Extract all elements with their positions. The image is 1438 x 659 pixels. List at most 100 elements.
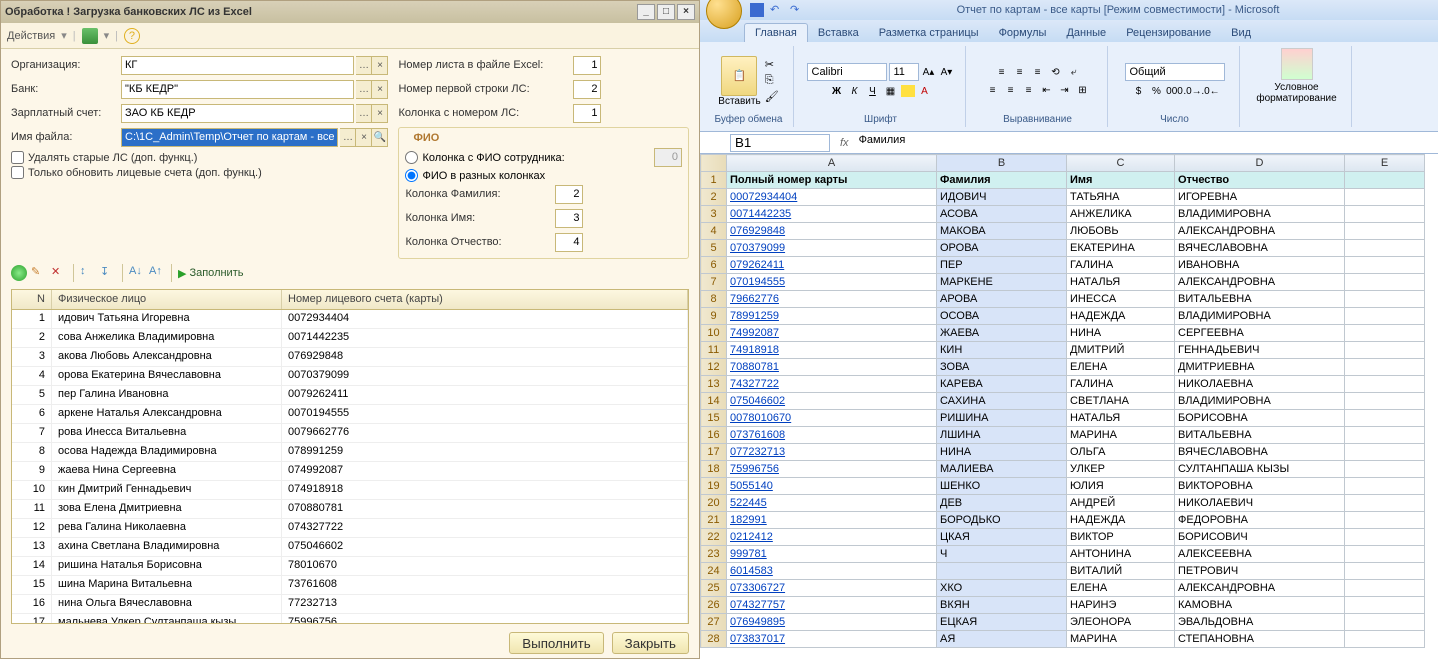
cell[interactable]: ФЕДОРОВНА [1175,512,1345,529]
row-header[interactable]: 1 [701,172,727,189]
cell[interactable]: ДЕВ [937,495,1067,512]
cell[interactable]: 073761608 [727,427,937,444]
paste-button[interactable]: 📋 [721,56,757,96]
table-row[interactable]: 3акова Любовь Александровна076929848 [12,348,688,367]
cell[interactable]: ЖАЕВА [937,325,1067,342]
cell[interactable] [1345,393,1425,410]
cell[interactable]: МАЛИЕВА [937,461,1067,478]
row-header[interactable]: 5 [701,240,727,257]
cell[interactable] [1345,478,1425,495]
cell[interactable]: ВЛАДИМИРОВНА [1175,206,1345,223]
cell[interactable]: ГЕННАДЬЕВИЧ [1175,342,1345,359]
cell[interactable] [1345,512,1425,529]
table-row[interactable]: 11зова Елена Дмитриевна070880781 [12,500,688,519]
tab-Вставка[interactable]: Вставка [808,24,869,42]
dec-decimal-icon[interactable]: .0← [1203,83,1219,99]
table-row[interactable]: 13ахина Светлана Владимировна075046602 [12,538,688,557]
cell[interactable]: 0071442235 [727,206,937,223]
cell[interactable]: ТАТЬЯНА [1067,189,1175,206]
percent-icon[interactable]: % [1149,83,1165,99]
cell[interactable] [937,563,1067,580]
table-row[interactable]: 4орова Екатерина Вячеславовна0070379099 [12,367,688,386]
bold-icon[interactable]: Ж [829,83,845,99]
cell[interactable]: ДМИТРИЙ [1067,342,1175,359]
row-header[interactable]: 14 [701,393,727,410]
row-header[interactable]: 17 [701,444,727,461]
cell[interactable]: 0212412 [727,529,937,546]
cell[interactable]: ЗОВА [937,359,1067,376]
cell[interactable]: ВЯЧЕСЛАВОВНА [1175,240,1345,257]
select-all[interactable] [701,155,727,172]
cell[interactable]: 00072934404 [727,189,937,206]
redo-icon[interactable]: ↷ [790,3,804,17]
row-header[interactable]: 23 [701,546,727,563]
cell[interactable] [1345,427,1425,444]
cell[interactable]: НИКОЛАЕВНА [1175,376,1345,393]
cell[interactable]: ИВАНОВНА [1175,257,1345,274]
clear-salary-button[interactable]: × [372,104,388,123]
chk-delete-old[interactable] [11,151,24,164]
tab-Главная[interactable]: Главная [744,23,808,42]
cell[interactable]: ВЛАДИМИРОВНА [1175,308,1345,325]
open-file-icon[interactable]: 🔍 [372,128,388,147]
input-col-mid[interactable]: 4 [555,233,583,252]
font-color-icon[interactable]: A [917,83,933,99]
inc-decimal-icon[interactable]: .0→ [1185,83,1201,99]
chk-update-only[interactable] [11,166,24,179]
cell[interactable] [1345,631,1425,648]
row-header[interactable]: 8 [701,291,727,308]
cell[interactable]: 0078010670 [727,410,937,427]
clear-bank-button[interactable]: × [372,80,388,99]
undo-icon[interactable]: ↶ [770,3,784,17]
close-dialog-button[interactable]: Закрыть [612,632,689,654]
cell[interactable]: ИГОРЕВНА [1175,189,1345,206]
fx-icon[interactable]: fx [840,137,849,149]
orient-icon[interactable]: ⟲ [1048,64,1064,80]
cell[interactable]: 74992087 [727,325,937,342]
align-left-icon[interactable]: ≡ [985,82,1001,98]
table-row[interactable]: 12рева Галина Николаевна074327722 [12,519,688,538]
currency-icon[interactable]: $ [1131,83,1147,99]
input-filename[interactable]: C:\1C_Admin\Temp\Отчет по картам - все [121,128,338,147]
cell[interactable]: НИНА [1067,325,1175,342]
cut-icon[interactable]: ✂ [765,58,779,72]
cell[interactable]: КАРЕВА [937,376,1067,393]
cell[interactable] [1345,291,1425,308]
table-row[interactable]: 6аркене Наталья Александровна0070194555 [12,405,688,424]
cell[interactable]: ЕЦКАЯ [937,614,1067,631]
cell[interactable]: 076949895 [727,614,937,631]
sel-salary-button[interactable]: … [356,104,372,123]
cell[interactable]: 070194555 [727,274,937,291]
align-right-icon[interactable]: ≡ [1021,82,1037,98]
header-cell[interactable]: Фамилия [937,172,1067,189]
cell[interactable] [1345,461,1425,478]
cell[interactable]: БОРОДЬКО [937,512,1067,529]
cell[interactable]: АНДРЕЙ [1067,495,1175,512]
cell[interactable]: 79662776 [727,291,937,308]
col-header-E[interactable]: E [1345,155,1425,172]
cell[interactable]: 079262411 [727,257,937,274]
cell[interactable]: ВИТАЛЬЕВНА [1175,291,1345,308]
input-org[interactable]: КГ [121,56,354,75]
cell[interactable]: АЛЕКСАНДРОВНА [1175,580,1345,597]
col-header-D[interactable]: D [1175,155,1345,172]
input-salary-acc[interactable]: ЗАО КБ КЕДР [121,104,354,123]
col-header-person[interactable]: Физическое лицо [52,290,282,309]
row-header[interactable]: 26 [701,597,727,614]
cell[interactable] [1345,410,1425,427]
sel-org-button[interactable]: … [356,56,372,75]
row-header[interactable]: 21 [701,512,727,529]
col-header-n[interactable]: N [12,290,52,309]
row-header[interactable]: 28 [701,631,727,648]
table-row[interactable]: 2сова Анжелика Владимировна0071442235 [12,329,688,348]
dropdown-icon[interactable]: ▾ [104,29,110,42]
cell[interactable]: ЕЛЕНА [1067,359,1175,376]
cell[interactable] [1345,597,1425,614]
table-row[interactable]: 17мальнева Улкер Султанпаша кызы75996756 [12,614,688,623]
cell[interactable]: ЕКАТЕРИНА [1067,240,1175,257]
cell[interactable]: 74918918 [727,342,937,359]
cell[interactable] [1345,274,1425,291]
cell[interactable] [1345,325,1425,342]
cell[interactable]: ПЕТРОВИЧ [1175,563,1345,580]
cell[interactable] [1345,308,1425,325]
